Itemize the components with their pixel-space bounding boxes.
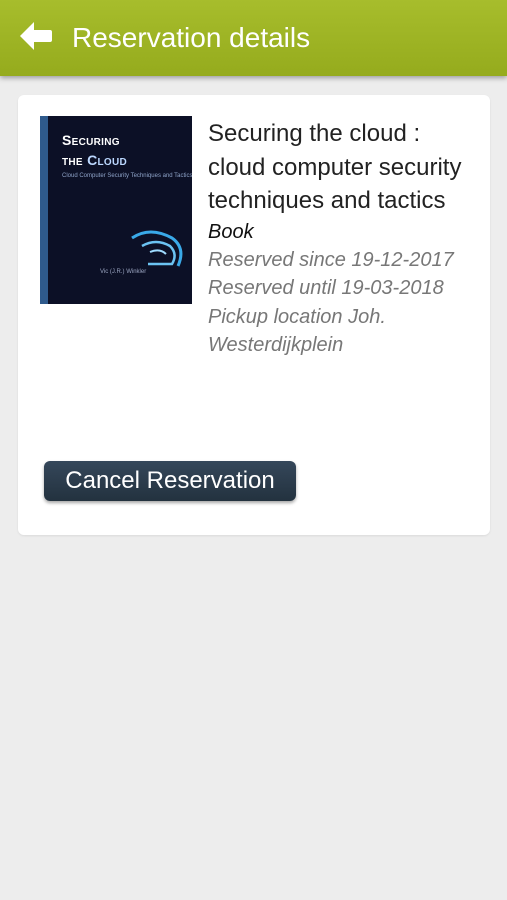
cover-spine-strip [40,116,48,304]
cancel-reservation-button[interactable]: Cancel Reservation [44,461,296,501]
reserved-since: Reserved since 19-12-2017 [208,248,454,271]
app-header: Reservation details [0,0,507,76]
cover-title-line2b: Cloud [87,152,128,168]
cover-title-line2a: the [62,152,88,168]
reservation-card: Securing the Cloud Cloud Computer Securi… [18,95,490,535]
pickup-location: Pickup location Joh. Westerdijkplein [208,305,386,357]
reservation-info: Securing the cloud : cloud computer secu… [208,117,478,360]
book-cover[interactable]: Securing the Cloud Cloud Computer Securi… [40,116,192,304]
cover-author: Vic (J.R.) Winkler [100,269,147,275]
page-title: Reservation details [72,22,311,53]
book-title[interactable]: Securing the cloud : cloud computer secu… [208,117,478,218]
cover-title-line1: Securing [62,132,120,148]
back-button[interactable] [18,20,54,52]
arrow-left-icon [20,22,52,50]
material-type: Book [208,220,254,243]
cover-title: Securing the Cloud [62,130,127,170]
cover-subtitle: Cloud Computer Security Techniques and T… [62,173,192,179]
reserved-until: Reserved until 19-03-2018 [208,277,444,299]
